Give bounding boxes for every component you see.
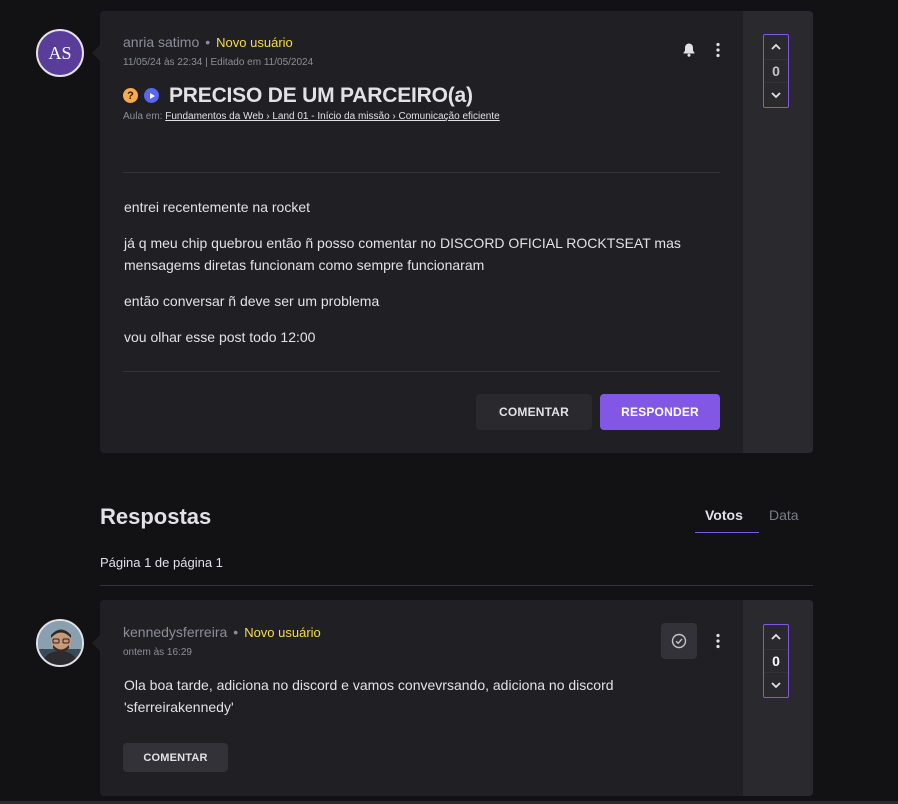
author-name[interactable]: anria satimo: [123, 34, 199, 50]
chevron-down-icon[interactable]: [764, 673, 788, 697]
separator-dot: •: [233, 624, 239, 640]
question-icon: ?: [123, 88, 138, 103]
play-icon: [144, 88, 159, 103]
reply-text: Ola boa tarde, adiciona no discord e vam…: [124, 677, 614, 715]
new-user-badge: Novo usuário: [216, 34, 293, 50]
active-tab-underline: [695, 532, 759, 533]
chevron-up-icon[interactable]: [764, 35, 788, 59]
new-user-badge: Novo usuário: [244, 624, 321, 640]
avatar[interactable]: AS: [36, 29, 84, 77]
post-timestamp: 11/05/24 às 22:34 | Editado em 11/05/202…: [123, 57, 314, 68]
divider: [123, 172, 720, 173]
comment-button[interactable]: COMENTAR: [476, 394, 592, 430]
divider: [123, 371, 720, 372]
lesson-prefix: Aula em:: [123, 111, 163, 122]
post-paragraph: entrei recentemente na rocket: [124, 199, 310, 215]
vote-count: 0: [764, 59, 788, 83]
post-vote-control: 0: [763, 34, 789, 108]
avatar[interactable]: [36, 619, 84, 667]
reply-button[interactable]: RESPONDER: [600, 394, 720, 430]
lesson-link[interactable]: Fundamentos da Web › Land 01 - Início da…: [165, 111, 499, 122]
chevron-up-icon[interactable]: [764, 625, 788, 649]
post-author-line: anria satimo • Novo usuário: [123, 34, 293, 50]
vote-count: 0: [764, 649, 788, 673]
reply-author-line: kennedysferreira • Novo usuário: [123, 624, 321, 640]
reply-vote-control: 0: [763, 624, 789, 698]
comment-button[interactable]: COMENTAR: [123, 743, 228, 772]
post-title: PRECISO DE UM PARCEIRO(a): [169, 84, 473, 107]
divider: [100, 585, 813, 586]
separator-dot: •: [205, 34, 211, 50]
avatar-initials: AS: [48, 42, 72, 63]
check-circle-icon[interactable]: [661, 623, 697, 659]
more-icon[interactable]: [710, 42, 726, 58]
answers-heading: Respostas: [100, 504, 212, 529]
author-name[interactable]: kennedysferreira: [123, 624, 227, 640]
card-pointer: [92, 635, 100, 651]
avatar-photo: [38, 621, 82, 665]
post-paragraph: então conversar ñ deve ser um problema: [124, 293, 380, 309]
tab-votos[interactable]: Votos: [705, 507, 743, 523]
chevron-down-icon[interactable]: [764, 83, 788, 107]
lesson-breadcrumb: Aula em: Fundamentos da Web › Land 01 - …: [123, 111, 500, 122]
bell-icon[interactable]: [681, 42, 697, 58]
post-paragraph: vou olhar esse post todo 12:00: [124, 329, 316, 345]
more-icon[interactable]: [710, 633, 726, 649]
reply-timestamp: ontem às 16:29: [123, 647, 192, 658]
post-paragraph: já q meu chip quebrou então ñ posso come…: [124, 235, 681, 273]
card-pointer: [92, 45, 100, 61]
pagination-text: Página 1 de página 1: [100, 555, 223, 570]
tab-data[interactable]: Data: [769, 507, 799, 523]
